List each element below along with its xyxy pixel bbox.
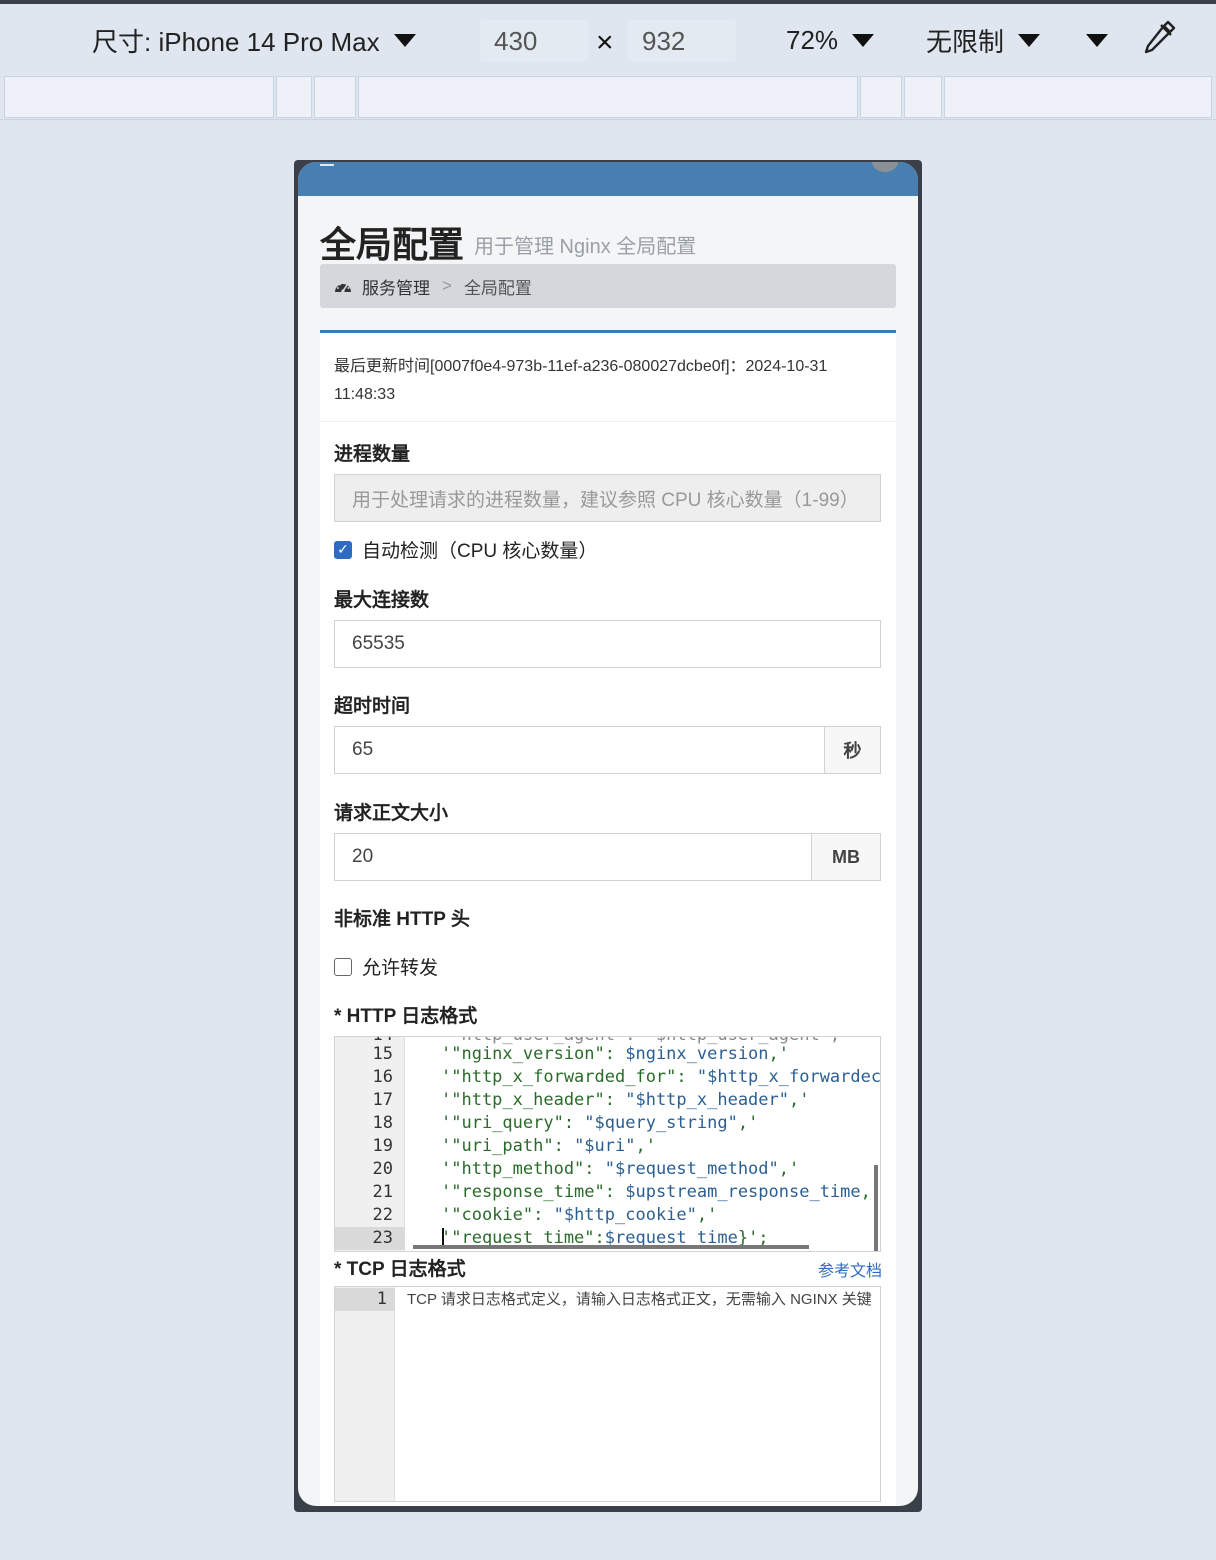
body-size-value: 20 [352,846,374,867]
media-query-ruler[interactable] [0,74,1216,120]
zoom-label: 72% [786,24,839,55]
more-options-select[interactable] [1086,22,1108,58]
caret-down-icon [1086,33,1108,47]
line-number: 16 [372,1067,393,1087]
auto-detect-label: 自动检测（CPU 核心数量） [362,541,598,562]
caret-down-icon [393,33,416,47]
tcp-log-format-editor[interactable]: 1 TCP 请求日志格式定义，请输入日志格式正文，无需输入 NGINX 关键 [334,1286,881,1502]
device-screen: 全局配置 用于管理 Nginx 全局配置 服务管理 > 全局配置 最后更新时间[… [298,162,918,1506]
timeout-label: 超时时间 [334,696,411,717]
tcp-log-format-label: * TCP 日志格式 [334,1259,466,1280]
line-number: 1 [335,1288,395,1311]
allow-forward-label: 允许转发 [362,958,439,979]
timeout-input[interactable]: 65 秒 [334,726,881,774]
eyedropper-icon[interactable] [1140,20,1178,56]
line-number: 21 [372,1182,393,1202]
throttle-select[interactable]: 无限制 [926,22,1041,58]
dashboard-icon [335,283,351,293]
menu-icon[interactable] [320,164,334,166]
config-card: 最后更新时间[0007f0e4-973b-11ef-a236-080027dcb… [320,330,896,1506]
line-number: 20 [372,1159,393,1179]
auto-detect-checkbox[interactable]: ✓ 自动检测（CPU 核心数量） [334,536,597,563]
zoom-select[interactable]: 72% [786,22,875,58]
page-subtitle: 用于管理 Nginx 全局配置 [474,236,697,258]
divider [320,421,896,422]
code-text: '"http_x_header": "$http_x_header",' [441,1090,810,1110]
width-input[interactable]: 430 [480,20,588,62]
code-text: '"uri_query": "$query_string",' [441,1113,759,1133]
nonstandard-headers-label: 非标准 HTTP 头 [334,909,470,930]
workers-label: 进程数量 [334,444,411,465]
code-text: '"uri_path": "$uri",' [441,1136,656,1156]
height-input[interactable]: 932 [628,20,736,62]
device-select[interactable]: 尺寸: iPhone 14 Pro Max [92,22,416,58]
line-number: 19 [372,1136,393,1156]
reference-docs-link[interactable]: 参考文档 [818,1257,882,1281]
code-line: 17 '"http_x_header": "$http_x_header",' [335,1089,880,1112]
dimension-times: × [596,26,614,59]
avatar[interactable] [872,162,898,172]
body-size-label: 请求正文大小 [334,803,449,824]
code-line: 18 '"uri_query": "$query_string",' [335,1112,880,1135]
app-header [298,162,918,196]
line-number: 18 [372,1113,393,1133]
code-text: '"cookie": "$http_cookie",' [441,1205,718,1225]
timeout-value: 65 [352,739,374,760]
body-size-input[interactable]: 20 MB [334,833,881,881]
device-frame: 全局配置 用于管理 Nginx 全局配置 服务管理 > 全局配置 最后更新时间[… [294,160,922,1512]
code-line: 19 '"uri_path": "$uri",' [335,1135,880,1158]
checkbox-checked-icon: ✓ [334,540,352,559]
code-line: 16 '"http_x_forwarded_for": "$http_x_forw… [335,1066,881,1089]
code-text: '"nginx_version": $nginx_version,' [441,1044,790,1064]
code-line: 15 '"nginx_version": $nginx_version,' [335,1043,880,1066]
http-log-format-label: * HTTP 日志格式 [334,1006,478,1027]
device-label: 尺寸: iPhone 14 Pro Max [92,26,380,57]
code-line: 20 '"http_method": "$request_method",' [335,1158,880,1181]
code-line: 22 '"cookie": "$http_cookie",' [335,1204,880,1227]
body-size-unit: MB [811,833,881,881]
breadcrumb-current: 全局配置 [463,278,532,298]
breadcrumb-separator: > [442,276,452,295]
http-log-format-editor[interactable]: 14 '"http_user_agent": "$http_user_agent… [334,1036,881,1252]
line-number: 23 [335,1227,405,1250]
workers-input[interactable]: 用于处理请求的进程数量，建议参照 CPU 核心数量（1-99） [334,474,881,522]
caret-down-icon [852,33,875,47]
checkbox-unchecked-icon [334,957,352,976]
editor-vertical-scrollbar[interactable] [874,1165,878,1251]
timeout-unit: 秒 [824,726,881,774]
editor-gutter [335,1287,395,1501]
max-connections-label: 最大连接数 [334,590,430,611]
line-number: 22 [372,1205,393,1225]
last-updated-text: 最后更新时间[0007f0e4-973b-11ef-a236-080027dcb… [334,358,828,403]
page-title: 全局配置 [320,224,465,265]
breadcrumb: 服务管理 > 全局配置 [320,264,896,308]
code-line: 21 '"response_time": $upstream_response_t… [335,1181,880,1204]
caret-down-icon [1018,33,1041,47]
tcp-log-placeholder: TCP 请求日志格式定义，请输入日志格式正文，无需输入 NGINX 关键 [407,1291,872,1308]
code-text: '"http_method": "$request_method",' [441,1159,800,1179]
code-text: '"http_x_forwarded_for": "$http_x_forwar… [441,1067,881,1087]
line-number: 15 [372,1044,393,1064]
max-connections-input[interactable]: 65535 [334,620,881,668]
line-number: 17 [372,1090,393,1110]
editor-horizontal-scrollbar[interactable] [413,1245,809,1249]
devtools-toolbar: 尺寸: iPhone 14 Pro Max 430 × 932 72% 无限制 [0,4,1216,74]
breadcrumb-parent[interactable]: 服务管理 [362,274,430,299]
throttle-label: 无限制 [926,26,1005,57]
code-text: '"response_time": $upstream_response_tim… [441,1182,871,1202]
allow-forward-checkbox[interactable]: 允许转发 [334,953,438,980]
